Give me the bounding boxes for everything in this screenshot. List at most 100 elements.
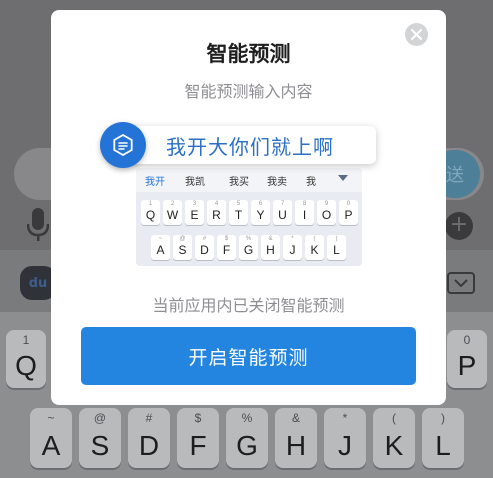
demo-candidate-bar [136,168,362,192]
demo-key-sub: 9 [324,201,329,207]
demo-key-sub: $ [224,236,229,242]
plus-icon: + [445,212,473,240]
demo-key-main: H [266,243,275,257]
demo-key: 1Q [141,200,160,225]
expand-candidates-icon [338,175,348,181]
key-sub: @ [93,411,107,425]
key-h: & H [275,408,317,468]
demo-key-sub: 4 [214,201,219,207]
demo-key-main: E [190,208,199,222]
key-sub: 1 [22,333,30,347]
demo-candidate: 我卖 [267,177,287,188]
key-sub: & [291,411,300,425]
demo-key-main: L [333,243,340,257]
key-l: ) L [422,408,464,468]
demo-key-main: I [302,208,307,222]
key-main: D [138,430,160,461]
key-main: L [435,430,451,461]
demo-key: ~ A [151,235,170,260]
demo-key: ) L [327,235,346,260]
demo-key-main: U [278,208,287,222]
demo-candidate: 我开 [145,177,165,188]
demo-candidate: 我凯 [185,177,205,188]
demo-key: 7U [273,200,292,225]
key-main: K [384,430,404,461]
demo-key: 5T [229,200,248,225]
prediction-status-text: 当前应用内已关闭智能预测 [152,296,345,315]
key-sub: ~ [47,411,55,425]
demo-key-sub: 6 [258,201,263,207]
demo-key-sub: # [202,236,207,242]
demo-key-main: D [200,243,209,257]
demo-key-main: P [344,208,353,222]
key-main: A [41,430,61,461]
key-main: Q [15,350,37,381]
key-sub: ) [441,411,445,425]
demo-key: 6Y [251,200,270,225]
demo-key: * J [283,235,302,260]
demo-key-main: S [178,243,187,257]
send-label: 送 [446,165,464,186]
key-q: 1 Q [6,330,46,388]
demo-key: 2W [163,200,182,225]
demo-key-main: K [310,243,319,257]
demo-key: 4R [207,200,226,225]
key-main: S [90,430,110,461]
demo-key-main: R [212,208,221,222]
demo-key-main: A [156,243,165,257]
key-s: @ S [79,408,121,468]
key-a: ~ A [30,408,72,468]
dialog-title: 智能预测 [206,42,291,66]
demo-key-main: T [234,208,243,222]
demo-candidate: 我 [306,177,316,188]
smart-prediction-icon [100,122,146,168]
keyboard-collapse-icon [447,272,475,294]
demo-key-main: Y [256,208,265,222]
demo-key: 8I [295,200,314,225]
demo-key-sub: ( [313,236,316,242]
demo-key-main: W [166,208,179,222]
demo-key: # D [195,235,214,260]
demo-key: 0P [339,200,358,225]
demo-key-sub: 1 [148,201,153,207]
demo-key-sub: ) [335,236,338,242]
demo-key-main: Q [145,208,156,222]
key-k: ( K [373,408,415,468]
demo-key-sub: & [268,236,273,242]
key-sub: 0 [463,333,471,347]
enable-smart-prediction-button[interactable]: 开启智能预测 [81,327,416,385]
demo-key-sub: % [245,236,252,242]
key-d: # D [128,408,170,468]
demo-key-sub: ~ [158,236,163,242]
demo-candidate: 我买 [229,177,249,188]
demo-key: 9O [317,200,336,225]
key-main: J [338,430,352,461]
demo-key-main: F [222,243,231,257]
demo-key: % G [239,235,258,260]
demo-key-sub: * [291,236,294,242]
demo-key: (K [305,235,324,260]
demo-key-sub: @ [179,236,186,242]
key-sub: $ [194,411,202,425]
demo-key-sub: 0 [346,201,351,207]
key-main: G [236,430,258,461]
demo-key: 3E [185,200,204,225]
demo-key: & H [261,235,280,260]
demo-key-sub: 8 [302,201,307,207]
logo-label: du [28,275,48,291]
demo-key-sub: 7 [280,201,285,207]
key-j: * J [324,408,366,468]
key-g: % G [226,408,268,468]
demo-predicted-text: 我开大你们就上啊 [166,135,334,159]
demo-key: $ F [217,235,236,260]
key-p: 0 P [447,330,487,388]
key-main: F [189,430,207,461]
dialog-subtitle: 智能预测输入内容 [184,82,313,101]
demo-key-sub: 2 [170,201,175,207]
key-sub: # [145,411,153,425]
demo-key-main: J [289,243,296,257]
key-f: $ F [177,408,219,468]
key-sub: * [342,411,348,425]
key-sub: % [241,411,253,425]
demo-key: @ S [173,235,192,260]
